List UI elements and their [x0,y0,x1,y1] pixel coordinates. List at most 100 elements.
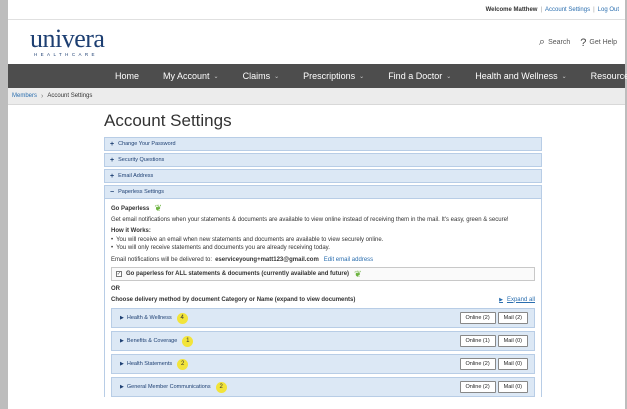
nav-prescriptions[interactable]: Prescriptions ⌄ [303,71,364,81]
account-settings-link[interactable]: Account Settings [545,7,590,13]
search-button[interactable]: ⌕ Search [539,36,570,49]
category-name: Health Statements [126,361,173,367]
accordion-label: Security Questions [118,157,165,163]
list-item: • You will only receive statements and d… [111,244,535,252]
go-paperless-heading: Go Paperless [111,205,150,212]
choose-delivery-row: Choose delivery method by document Categ… [111,294,535,305]
paperless-intro: Get email notifications when your statem… [111,216,509,223]
breadcrumb-members-link[interactable]: Members [12,93,37,99]
utility-separator: | [593,6,595,13]
leaf-icon: ❦ [354,268,362,279]
email-value: eserviceyoung+matt123@gmail.com [215,256,319,263]
list-item: • You will receive an email when new sta… [111,236,535,244]
nav-claims[interactable]: Claims ⌄ [243,71,280,81]
caret-right-icon: ▶ [120,315,124,321]
log-out-link[interactable]: Log Out [598,7,619,13]
mail-button[interactable]: Mail (0) [497,358,528,370]
bullet-icon: • [111,237,114,243]
nav-home-label: Home [115,71,140,81]
logo-subtitle: HEALTHCARE [34,52,98,58]
nav-resources-label: Resources [590,71,627,81]
leaf-icon: ❦ [154,203,162,213]
nav-resources[interactable]: Resources⌄ [591,71,627,81]
caret-right-icon: ▶ [499,296,503,303]
nav-find-a-doctor[interactable]: Find a Doctor ⌄ [388,71,451,81]
breadcrumb: Members › Account Settings [8,88,625,105]
delivery-toggle: Online (2) Mail (2) [458,312,528,324]
chevron-down-icon: ⌄ [359,73,365,80]
accordion-change-password[interactable]: + Change Your Password [104,137,542,151]
plus-icon: + [110,172,115,180]
bullet-text: You will receive an email when new state… [116,237,384,243]
mail-button[interactable]: Mail (0) [497,335,528,347]
category-health-wellness[interactable]: ▶ Health & Wellness 4 Online (2) Mail (2… [111,308,535,328]
chevron-down-icon: ⌄ [446,73,452,80]
category-general-member-communications[interactable]: ▶ General Member Communications 2 Online… [111,377,535,397]
nav-my-account[interactable]: My Account ⌄ [163,71,219,81]
nav-health-and-wellness-label: Health and Wellness [475,71,558,81]
email-notice-prefix: Email notifications will be delivered to… [111,256,213,263]
main-nav: Home My Account ⌄ Claims ⌄ Prescriptions ⌄ … [8,64,627,88]
paperless-all-checkbox[interactable]: ✓ [116,271,122,277]
count-badge: 1 [182,335,194,347]
nav-claims-label: Claims [242,71,271,81]
or-divider: OR [111,285,120,292]
accordion-label: Paperless Settings [118,189,164,195]
utility-separator: | [540,6,543,13]
search-icon: ⌕ [538,36,546,48]
page-title: Account Settings [104,111,232,130]
online-button[interactable]: Online (2) [459,381,496,393]
online-button[interactable]: Online (1) [459,335,496,347]
breadcrumb-current: Account Settings [47,93,93,99]
chevron-down-icon: ⌄ [274,73,280,80]
count-badge: 4 [176,312,188,324]
bullet-text: You will only receive statements and doc… [116,245,330,251]
email-notice-row: Email notifications will be delivered to… [111,254,535,265]
caret-right-icon: ▶ [120,361,124,367]
edit-email-link[interactable]: Edit email address [324,257,373,263]
accordion-label: Change Your Password [118,141,176,147]
chevron-right-icon: › [41,92,44,100]
accordion-email-address[interactable]: + Email Address [104,169,542,183]
nav-find-a-doctor-label: Find a Doctor [388,71,443,81]
mail-button[interactable]: Mail (2) [497,312,528,324]
utility-bar: Welcome Matthew | Account Settings | Log… [8,0,625,20]
minus-icon: − [110,188,115,196]
category-health-statements[interactable]: ▶ Health Statements 2 Online (2) Mail (0… [111,354,535,374]
question-mark-icon: ? [580,36,587,49]
univera-logo[interactable]: univera HEALTHCARE [30,24,105,58]
paperless-all-label: Go paperless for ALL statements & docume… [126,271,350,277]
how-it-works-heading: How it Works: [111,227,151,234]
brand-header: univera HEALTHCARE ⌕ Search ? Get Help [8,20,625,64]
nav-home[interactable]: Home [115,71,139,81]
plus-icon: + [110,140,115,148]
accordion-paperless-settings[interactable]: − Paperless Settings [104,185,542,199]
nav-health-and-wellness[interactable]: Health and Wellness ⌄ [475,71,566,81]
expand-all-label: Expand all [506,296,535,303]
count-badge: 2 [215,381,227,393]
expand-all-link[interactable]: ▶ Expand all [499,297,535,303]
logo-wordmark: univera [30,24,105,54]
plus-icon: + [110,156,115,164]
accordion-label: Email Address [118,173,154,179]
category-name: Benefits & Coverage [126,338,178,344]
window-frame-left [0,0,8,409]
online-button[interactable]: Online (2) [459,312,496,324]
caret-right-icon: ▶ [120,384,124,390]
settings-panels: + Change Your Password + Security Questi… [104,137,542,400]
nav-my-account-label: My Account [163,71,210,81]
get-help-button[interactable]: ? Get Help [580,37,617,49]
online-button[interactable]: Online (2) [459,358,496,370]
caret-right-icon: ▶ [120,338,124,344]
go-paperless-heading-row: Go Paperless ❦ [111,203,535,214]
nav-prescriptions-label: Prescriptions [303,71,356,81]
delivery-toggle: Online (2) Mail (0) [458,358,528,370]
category-list: ▶ Health & Wellness 4 Online (2) Mail (2… [111,308,535,397]
category-benefits-coverage[interactable]: ▶ Benefits & Coverage 1 Online (1) Mail … [111,331,535,351]
get-help-label: Get Help [589,39,617,46]
accordion-security-questions[interactable]: + Security Questions [104,153,542,167]
delivery-toggle: Online (1) Mail (0) [458,335,528,347]
paperless-all-option: ✓ Go paperless for ALL statements & docu… [111,267,535,281]
header-tools: ⌕ Search ? Get Help [529,36,617,49]
mail-button[interactable]: Mail (0) [497,381,528,393]
